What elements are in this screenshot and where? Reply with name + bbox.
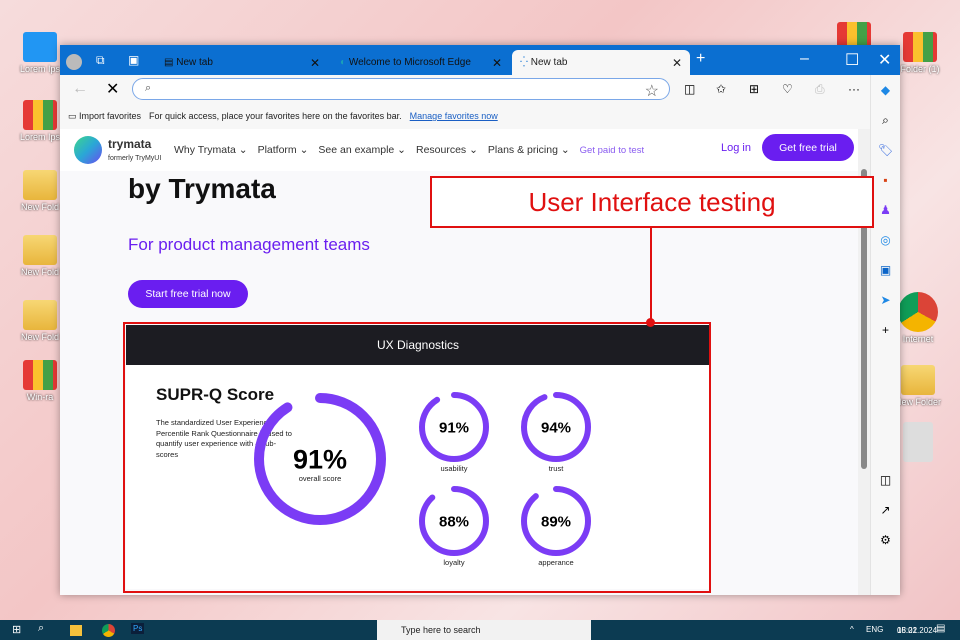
taskbar-search-input[interactable]: Type here to search (377, 620, 591, 640)
search-icon[interactable]: ⌕ (871, 105, 900, 135)
browser-essentials-icon[interactable]: ♡ (782, 82, 793, 96)
favorites-bar: ▭ Import favorites For quick access, pla… (60, 103, 900, 129)
tab-icon: ▤ (164, 57, 177, 68)
annotation-highlight-box (123, 322, 711, 593)
language-indicator[interactable]: ENG (866, 625, 883, 634)
star-icon[interactable]: ☆ (645, 81, 659, 101)
nav-see-example[interactable]: See an example ⌄ (318, 144, 406, 156)
get-paid-link[interactable]: Get paid to test (580, 145, 644, 156)
nav-resources[interactable]: Resources ⌄ (416, 144, 478, 156)
edge-sidebar: ◆ ⌕ 🏷 ▪ ♟ ◎ ▣ ➤ + ◫ ↗ ⚙ (870, 75, 900, 595)
trymata-logo[interactable]: trymata formerly TryMyUI (74, 136, 176, 164)
search-icon[interactable]: ⌕ (38, 622, 44, 635)
annotation-label: User Interface testing (430, 176, 874, 228)
get-free-trial-button[interactable]: Get free trial (762, 134, 854, 161)
maximize-button[interactable]: ☐ (845, 50, 859, 70)
notifications-icon[interactable]: ▤ (936, 623, 945, 634)
tab-active[interactable]: ⁛ New tab ✕ (512, 50, 690, 75)
desktop-icon[interactable]: Folder (1) (892, 32, 948, 74)
start-free-trial-button[interactable]: Start free trial now (128, 280, 248, 308)
favorites-icon[interactable]: ✩ (716, 82, 726, 96)
close-icon[interactable]: ✕ (672, 56, 682, 70)
logo-icon (74, 136, 102, 164)
loading-icon: ⁛ (520, 57, 531, 68)
photoshop-icon[interactable]: Ps (131, 623, 145, 634)
tab-welcome-edge[interactable]: ◐ Welcome to Microsoft Edge ✕ (332, 50, 510, 75)
split-screen-icon[interactable]: ◫ (684, 82, 695, 96)
tools-icon[interactable]: ▪ (871, 165, 900, 195)
tab-new-tab[interactable]: ▤ New tab ✕ (156, 50, 328, 75)
nav-plans-pricing[interactable]: Plans & pricing ⌄ (488, 144, 570, 156)
manage-favorites-link[interactable]: Manage favorites now (410, 111, 498, 121)
file-explorer-icon[interactable] (70, 625, 82, 636)
tray-chevron-icon[interactable]: ^ (850, 625, 854, 634)
copilot-icon[interactable]: ◆ (871, 75, 900, 105)
stop-icon[interactable]: ✕ (106, 79, 119, 99)
collections-icon[interactable]: ⊞ (749, 82, 759, 96)
taskbar: ⊞ ⌕ Ps Type here to search ^ ENG 15:21 08… (0, 620, 960, 640)
chrome-icon[interactable] (102, 624, 115, 637)
edge-icon: ◐ (340, 57, 349, 68)
add-icon[interactable]: + (871, 315, 900, 345)
nav-platform[interactable]: Platform ⌄ (258, 144, 309, 156)
workspaces-icon[interactable]: ⧉ (96, 53, 105, 68)
address-bar-row: ← ✕ ⌕ ☆ ◫ ✩ ⊞ ♡ ⎙ ··· (60, 75, 900, 103)
site-nav: trymata formerly TryMyUI Why Trymata ⌄ Pl… (60, 129, 870, 171)
close-icon[interactable]: ✕ (310, 56, 320, 70)
screenshot-icon[interactable]: ⎙ (815, 82, 825, 97)
new-tab-button[interactable]: + (696, 50, 705, 68)
m365-icon[interactable]: ◎ (871, 225, 900, 255)
login-link[interactable]: Log in (721, 142, 751, 154)
nav-why-trymata[interactable]: Why Trymata ⌄ (174, 144, 248, 156)
start-icon[interactable]: ⊞ (12, 623, 21, 636)
hero-subtitle: For product management teams (128, 235, 370, 254)
minimize-button[interactable]: – (800, 50, 809, 68)
tab-bar: ⧉ ▣ ▤ New tab ✕ ◐ Welcome to Microsoft Ed… (60, 45, 900, 75)
annotation-connector (650, 228, 652, 322)
close-icon[interactable]: ✕ (492, 56, 502, 70)
tab-actions-icon[interactable]: ▣ (128, 53, 139, 67)
open-external-icon[interactable]: ↗ (871, 495, 900, 525)
shopping-icon[interactable]: 🏷 (871, 135, 900, 165)
close-window-button[interactable]: ✕ (878, 50, 891, 70)
search-icon: ⌕ (145, 82, 152, 94)
hero-title: by Trymata (128, 173, 276, 204)
send-icon[interactable]: ➤ (871, 285, 900, 315)
import-favorites[interactable]: ▭ Import favorites (68, 111, 141, 122)
outlook-icon[interactable]: ▣ (871, 255, 900, 285)
settings-icon[interactable]: ⚙ (871, 525, 900, 555)
more-icon[interactable]: ··· (848, 82, 860, 96)
games-icon[interactable]: ♟ (871, 195, 900, 225)
sidebar-toggle-icon[interactable]: ◫ (871, 465, 900, 495)
profile-icon[interactable] (66, 54, 82, 70)
address-input[interactable]: ⌕ ☆ (132, 78, 670, 100)
back-icon[interactable]: ← (72, 80, 88, 98)
